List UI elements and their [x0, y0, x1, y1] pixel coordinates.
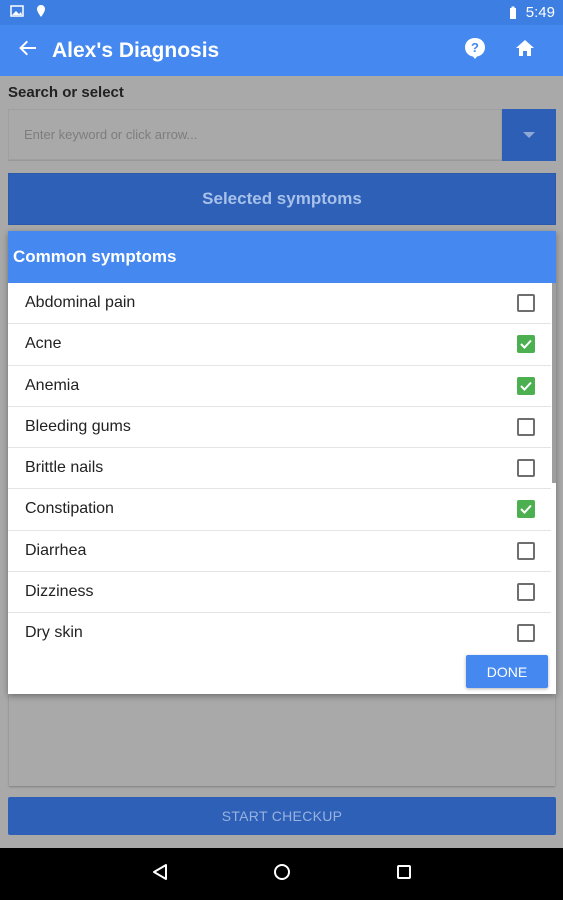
symptom-label: Dizziness — [25, 582, 94, 600]
symptom-label: Acne — [25, 335, 62, 353]
symptom-row[interactable]: Acne — [8, 324, 551, 366]
search-row — [8, 109, 556, 161]
nav-recents-icon — [396, 864, 412, 885]
symptom-label: Dry skin — [25, 624, 83, 642]
symptom-checkbox[interactable] — [517, 335, 535, 354]
symptom-label: Diarrhea — [25, 541, 87, 559]
page-title: Alex's Diagnosis — [52, 38, 220, 62]
dropdown-button[interactable] — [502, 109, 556, 161]
symptom-row[interactable]: Dry skin — [8, 613, 551, 643]
symptom-label: Anemia — [25, 376, 80, 394]
system-nav-bar — [0, 848, 563, 900]
help-button[interactable]: ? — [453, 29, 497, 73]
nav-back-icon — [151, 863, 169, 886]
symptom-label: Bleeding gums — [25, 417, 131, 435]
nav-home-icon — [273, 863, 291, 886]
symptom-checkbox[interactable] — [517, 376, 535, 395]
check-icon — [520, 505, 532, 515]
battery-icon — [506, 6, 520, 20]
symptom-row[interactable]: Diarrhea — [8, 531, 551, 572]
symptom-label: Brittle nails — [25, 459, 104, 477]
search-input[interactable] — [8, 109, 502, 161]
check-icon — [520, 340, 532, 350]
nav-recents-button[interactable] — [389, 859, 419, 889]
nav-back-button[interactable] — [145, 859, 175, 889]
symptom-list: Abdominal pain Acne Anemia Bleeding gums Bri… — [8, 283, 556, 643]
svg-text:?: ? — [471, 40, 479, 55]
symptom-checkbox[interactable] — [517, 582, 535, 601]
symptom-checkbox[interactable] — [517, 541, 535, 560]
scrollbar[interactable] — [552, 283, 556, 483]
symptom-row[interactable]: Brittle nails — [8, 448, 551, 490]
symptom-checkbox[interactable] — [517, 294, 535, 313]
start-checkup-button[interactable]: START CHECKUP — [8, 797, 556, 835]
home-button[interactable] — [503, 29, 547, 73]
symptom-label: Constipation — [25, 500, 114, 518]
selected-symptoms-button[interactable]: Selected symptoms — [8, 173, 556, 225]
symptoms-panel — [9, 694, 555, 786]
back-arrow-icon — [18, 38, 38, 63]
dropdown-arrow-icon — [522, 126, 536, 144]
help-icon: ? — [464, 37, 486, 64]
symptom-row[interactable]: Constipation — [8, 489, 551, 531]
symptom-checkbox[interactable] — [517, 417, 535, 436]
dialog-title: Common symptoms — [8, 231, 556, 283]
symptom-row[interactable]: Anemia — [8, 366, 551, 407]
symptom-checkbox[interactable] — [517, 500, 535, 519]
done-button[interactable]: DONE — [466, 655, 548, 688]
location-pin-icon — [34, 4, 48, 18]
symptom-checkbox[interactable] — [517, 459, 535, 478]
image-icon — [10, 4, 24, 18]
common-symptoms-dialog: Common symptoms Abdominal pain Acne Anemia… — [8, 231, 556, 694]
symptom-checkbox[interactable] — [517, 624, 535, 643]
back-button[interactable] — [8, 31, 48, 71]
search-label: Search or select — [8, 84, 124, 101]
nav-home-button[interactable] — [267, 859, 297, 889]
status-bar: 5:49 — [0, 0, 563, 25]
symptom-row[interactable]: Bleeding gums — [8, 407, 551, 448]
symptom-label: Abdominal pain — [25, 294, 136, 312]
home-icon — [515, 39, 535, 62]
symptom-row[interactable]: Abdominal pain — [8, 283, 551, 325]
check-icon — [520, 381, 532, 391]
symptom-row[interactable]: Dizziness — [8, 572, 551, 613]
app-bar: Alex's Diagnosis ? — [0, 25, 563, 76]
status-time: 5:49 — [525, 4, 555, 21]
